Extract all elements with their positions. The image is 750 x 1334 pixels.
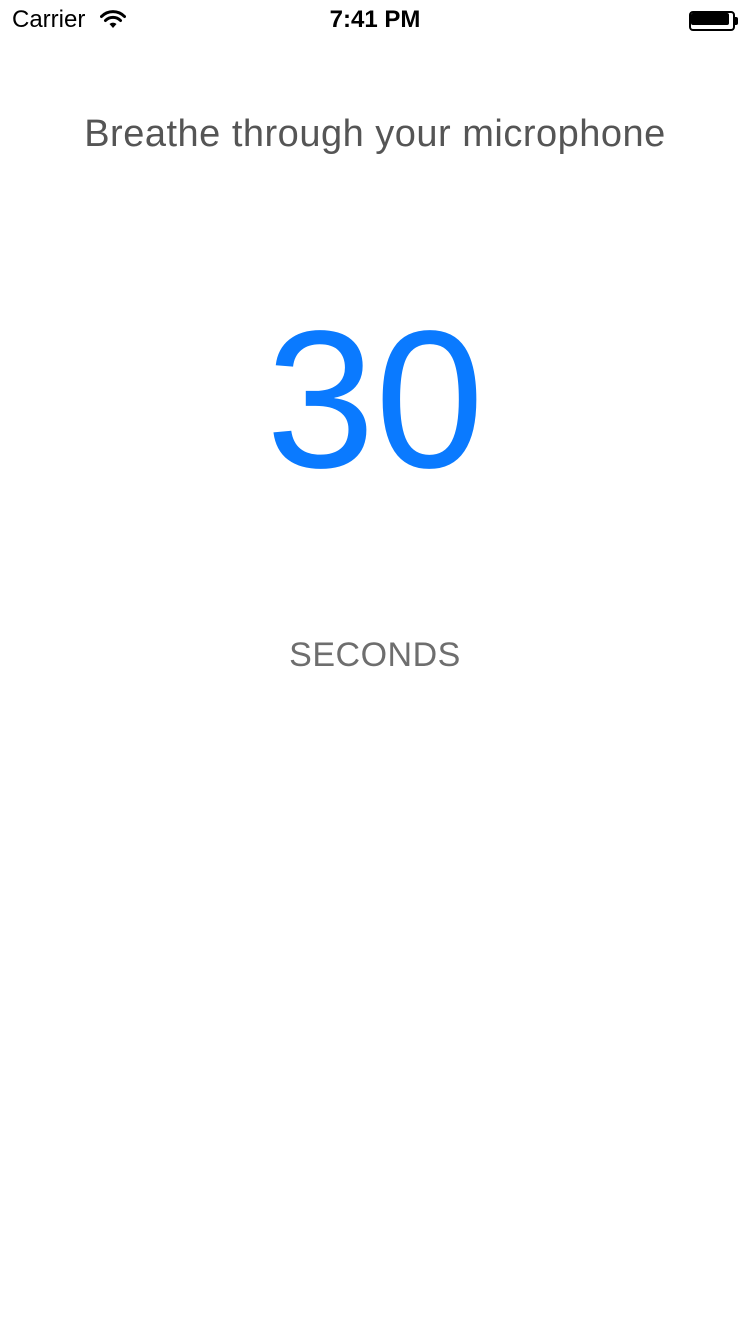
instruction-text: Breathe through your microphone [84,113,666,155]
battery-icon [689,11,738,31]
countdown-value: 30 [265,290,484,509]
status-bar: Carrier 7:41 PM [0,0,750,40]
seconds-label: SECONDS [289,636,461,674]
battery-fill [691,13,729,25]
status-time: 7:41 PM [329,6,421,33]
battery-tip [735,17,738,25]
